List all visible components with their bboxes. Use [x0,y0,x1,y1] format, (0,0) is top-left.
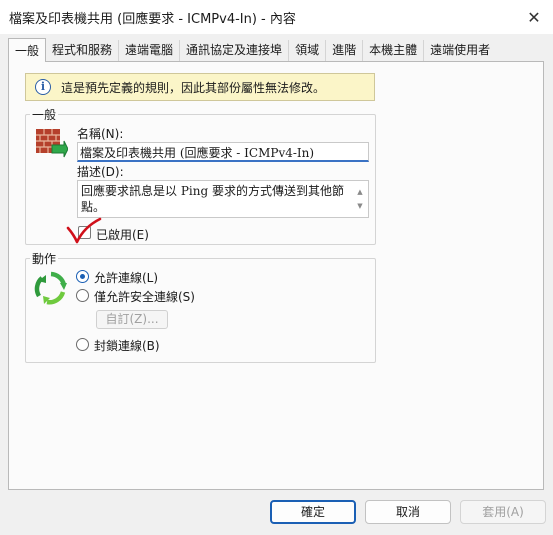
description-label: 描述(D): [77,165,124,179]
tab-advanced[interactable]: 進階 [326,40,364,62]
info-bar: i 這是預先定義的規則，因此其部份屬性無法修改。 [25,73,375,101]
info-icon: i [35,79,51,95]
firewall-icon [36,129,68,158]
cancel-button[interactable]: 取消 [365,500,451,524]
tab-scope[interactable]: 領域 [289,40,327,62]
allow-secure-connection-label: 僅允許安全連線(S) [94,290,195,304]
ok-button[interactable]: 確定 [270,500,356,524]
apply-button[interactable]: 套用(A) [460,500,546,524]
action-group: 動作 允許連線(L) 僅允許安全連線(S) 自訂(Z)... 封鎖連線(B) [25,250,376,363]
customize-button[interactable]: 自訂(Z)... [96,310,168,329]
title-bar: 檔案及印表機共用 (回應要求 - ICMPv4-In) - 內容 ✕ [0,0,553,34]
allow-connection-radio[interactable] [76,270,89,283]
window-title: 檔案及印表機共用 (回應要求 - ICMPv4-In) - 內容 [9,12,296,27]
tab-protocols-ports[interactable]: 通訊協定及連接埠 [180,40,290,62]
general-group-legend: 一般 [30,106,59,123]
red-checkmark-annotation [66,217,102,244]
description-text: 回應要求訊息是以 Ping 要求的方式傳送到其他節點。 [81,184,344,214]
block-connection-label: 封鎖連線(B) [94,339,160,353]
tab-programs-services[interactable]: 程式和服務 [46,40,120,62]
tab-general[interactable]: 一般 [8,38,47,62]
name-field[interactable]: 檔案及印表機共用 (回應要求 - ICMPv4-In) [77,142,369,162]
info-text: 這是預先定義的規則，因此其部份屬性無法修改。 [61,80,326,95]
general-group: 一般 名稱(N): 檔案及印表機共用 (回應要求 - ICMPv4-In) 描述… [25,106,376,245]
tab-panel-general: i 這是預先定義的規則，因此其部份屬性無法修改。 一般 名稱(N): 檔案及印表… [8,61,544,490]
tab-local-principals[interactable]: 本機主體 [363,40,425,62]
tab-remote-users[interactable]: 遠端使用者 [424,40,496,62]
block-connection-radio[interactable] [76,338,89,351]
action-group-legend: 動作 [30,250,59,267]
tab-remote-computers[interactable]: 遠端電腦 [119,40,181,62]
description-field[interactable]: 回應要求訊息是以 Ping 要求的方式傳送到其他節點。 ▲ ▼ [77,180,369,218]
tab-strip: 一般 程式和服務 遠端電腦 通訊協定及連接埠 領域 進階 本機主體 遠端使用者 [8,38,544,62]
name-label: 名稱(N): [77,127,124,141]
allow-connection-label: 允許連線(L) [94,271,159,285]
allow-secure-connection-radio[interactable] [76,289,89,302]
close-button[interactable]: ✕ [521,4,547,30]
close-icon: ✕ [527,7,541,27]
scroll-down-icon[interactable]: ▼ [355,198,365,214]
recycle-arrows-icon [34,271,67,305]
